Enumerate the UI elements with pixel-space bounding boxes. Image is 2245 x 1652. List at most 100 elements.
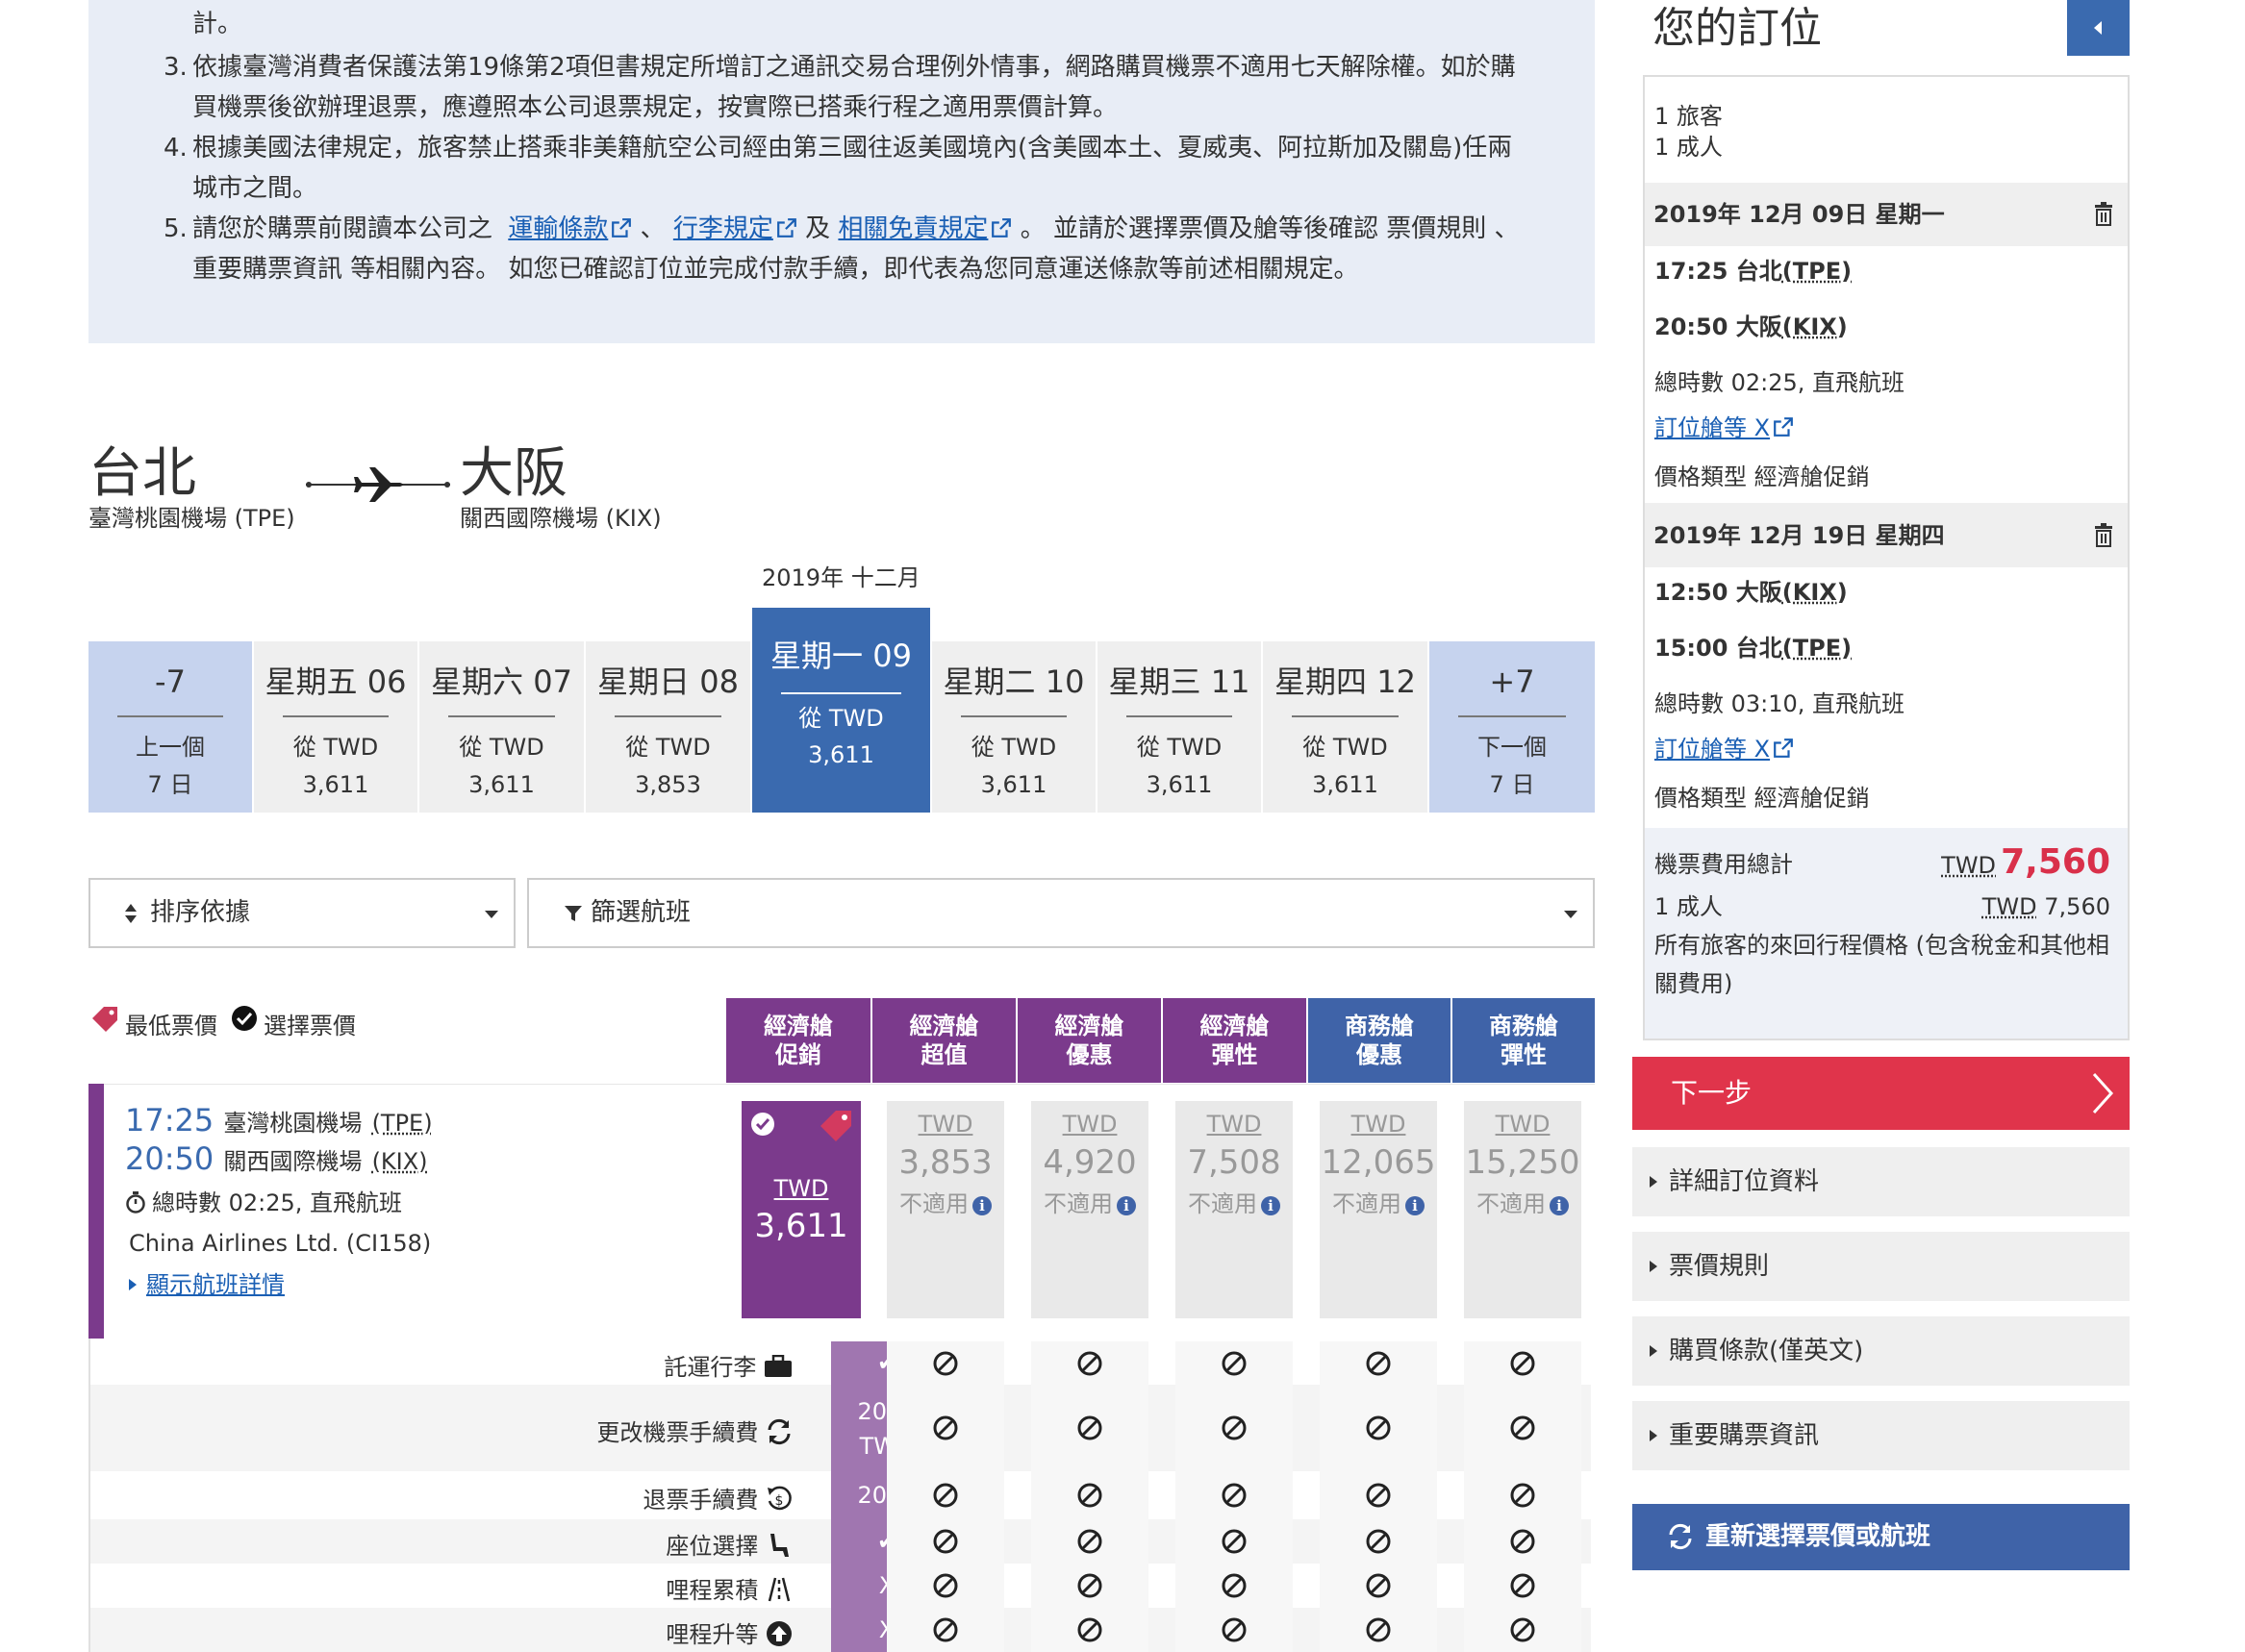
accordion-fare-rules[interactable]: 票價規則 [1632, 1232, 2130, 1301]
date-option-selected[interactable]: 星期一 09 從 TWD 3,611 [752, 608, 932, 813]
not-available-icon [1366, 1573, 1391, 1598]
notice-line: 城市之間。 [192, 174, 318, 203]
date-option[interactable]: 星期四 12 從 TWD 3,611 [1263, 641, 1429, 813]
segment-header: 2019年 12月 19日 星期四 [1645, 503, 2128, 567]
caret-left-icon [2094, 21, 2102, 35]
reselect-fare-button[interactable]: 重新選擇票價或航班 [1632, 1504, 2130, 1570]
fare-option[interactable]: TWD 15,250 不適用 i [1464, 1101, 1581, 1318]
destination-city: 大阪 [460, 442, 568, 505]
notice-text: 及 [805, 214, 831, 243]
info-icon[interactable]: i [1405, 1196, 1425, 1215]
notice-text: 。 並請於選擇票價及艙等後確認 票價規則 、 [1020, 214, 1520, 243]
seat-icon [770, 1534, 789, 1557]
disclaimer-link[interactable]: 相關免責規定 [838, 214, 1012, 243]
info-icon[interactable]: i [1550, 1196, 1569, 1215]
fare-header-eco-discount: 經濟艙 優惠 [1018, 998, 1161, 1083]
not-available-icon [1510, 1573, 1535, 1598]
not-available-icon [1510, 1617, 1535, 1642]
date-option[interactable]: 星期日 08 從 TWD 3,853 [586, 641, 752, 813]
notice-line: 根據美國法律規定，旅客禁止搭乘非美籍航空公司經由第三國往返美國境內(含美國本土、… [192, 134, 1513, 163]
info-icon[interactable]: i [1261, 1196, 1280, 1215]
refresh-icon [768, 1418, 791, 1445]
feature-label: 座位選擇 [666, 1533, 759, 1560]
notice-line: 買機票後欲辦理退票，應遵照本公司退票規定，按實際已搭乘行程之適用票價計算。 [192, 93, 1119, 122]
accordion-purchase-terms[interactable]: 購買條款(僅英文) [1632, 1316, 2130, 1386]
external-link-icon [1774, 417, 1793, 437]
date-option[interactable]: 星期三 11 從 TWD 3,611 [1097, 641, 1263, 813]
baggage-rules-link[interactable]: 行李規定 [673, 214, 797, 243]
fare-option-selected[interactable]: TWD 3,611 [742, 1101, 861, 1318]
transport-terms-link[interactable]: 運輸條款 [508, 214, 632, 243]
not-available-icon [933, 1351, 958, 1376]
segment-header: 2019年 12月 09日 星期一 [1645, 183, 2128, 246]
accordion-important-info[interactable]: 重要購票資訊 [1632, 1401, 2130, 1470]
not-available-icon [1366, 1351, 1391, 1376]
info-icon[interactable]: i [972, 1196, 992, 1215]
legend-lowest: 最低票價 [125, 1013, 217, 1039]
luggage-icon [765, 1354, 792, 1377]
not-available-icon [933, 1617, 958, 1642]
show-flight-details-link[interactable]: 顯示航班詳情 [129, 1270, 285, 1299]
notice-number: 5. [164, 214, 188, 243]
flight-duration: 總時數 02:25, 直飛航班 [125, 1189, 402, 1217]
segment-duration: 總時數 02:25, 直飛航班 [1654, 369, 1905, 396]
date-option[interactable]: 星期二 10 從 TWD 3,611 [932, 641, 1097, 813]
not-available-icon [1510, 1483, 1535, 1508]
total-price: TWD 7,560 [1941, 842, 2110, 882]
notice-line: 依據臺灣消費者保護法第19條第2項但書規定所增訂之通訊交易合理例外情事，網路購買… [192, 53, 1516, 82]
prev-week-button[interactable]: -7 上一個 7 日 [88, 641, 254, 813]
departure-code: (TPE) [371, 1110, 433, 1137]
collapse-sidebar-button[interactable] [2067, 0, 2130, 56]
external-link-icon [1774, 738, 1793, 758]
date-option[interactable]: 星期六 07 從 TWD 3,611 [419, 641, 586, 813]
info-icon[interactable]: i [1117, 1196, 1136, 1215]
booking-class-link[interactable]: 訂位艙等 X [1654, 413, 1794, 442]
fare-option[interactable]: TWD 7,508 不適用 i [1175, 1101, 1293, 1318]
sidebar-title: 您的訂位 [1652, 4, 1822, 53]
filter-dropdown[interactable]: 篩選航班 [527, 878, 1595, 948]
notice-line: 重要購票資訊 等相關內容。 如您已確認訂位並完成付款手續，即代表為您同意運送條款… [192, 255, 1359, 284]
date-option[interactable]: 星期五 06 從 TWD 3,611 [254, 641, 419, 813]
departure-info: 17:25 臺灣桃園機場 (TPE) [125, 1103, 433, 1140]
not-available-icon [1077, 1351, 1102, 1376]
not-available-icon [1222, 1415, 1247, 1440]
segment-arrival: 15:00 台北(TPE) [1654, 635, 1853, 662]
fare-header-biz-discount: 商務艙 優惠 [1308, 998, 1450, 1083]
not-available-icon [933, 1573, 958, 1598]
arrival-airport: 關西國際機場 [223, 1148, 363, 1175]
segment-duration: 總時數 03:10, 直飛航班 [1654, 690, 1905, 717]
not-available-icon [1077, 1483, 1102, 1508]
fare-option[interactable]: TWD 3,853 不適用 i [887, 1101, 1004, 1318]
trash-icon[interactable] [2093, 523, 2114, 548]
feature-label: 更改機票手續費 [596, 1419, 759, 1446]
upgrade-icon [767, 1621, 792, 1646]
origin-city: 台北 [88, 442, 196, 505]
caret-right-icon [1650, 1430, 1657, 1441]
notice-line: 計。 [192, 10, 243, 38]
next-week-button[interactable]: +7 下一個 7 日 [1429, 641, 1595, 813]
fare-option[interactable]: TWD 12,065 不適用 i [1320, 1101, 1437, 1318]
booking-class-link[interactable]: 訂位艙等 X [1654, 735, 1794, 763]
trash-icon[interactable] [2093, 202, 2114, 227]
fare-type: 價格類型 經濟艙促銷 [1654, 785, 1870, 812]
not-available-icon [1077, 1573, 1102, 1598]
adult-price: TWD 7,560 [1981, 893, 2110, 920]
chevron-down-icon [485, 911, 498, 918]
not-available-icon [1366, 1529, 1391, 1554]
not-available-icon [1366, 1415, 1391, 1440]
not-available-icon [933, 1529, 958, 1554]
accordion-booking-details[interactable]: 詳細訂位資料 [1632, 1147, 2130, 1216]
legend-selected: 選擇票價 [264, 1013, 356, 1039]
not-available-icon [1222, 1573, 1247, 1598]
sort-dropdown[interactable]: 排序依據 [88, 878, 516, 948]
next-step-button[interactable]: 下一步 [1632, 1057, 2130, 1130]
fare-header-eco-value: 經濟艙 超值 [872, 998, 1016, 1083]
not-available-icon [1222, 1351, 1247, 1376]
price-tag-icon [820, 1111, 851, 1141]
check-circle-icon [751, 1113, 774, 1136]
not-available-icon [1222, 1483, 1247, 1508]
fare-option[interactable]: TWD 4,920 不適用 i [1031, 1101, 1148, 1318]
check-circle-icon [232, 1006, 257, 1031]
fare-header-eco-promo: 經濟艙 促銷 [726, 998, 870, 1083]
adult-count: 1 成人 [1654, 134, 1723, 161]
